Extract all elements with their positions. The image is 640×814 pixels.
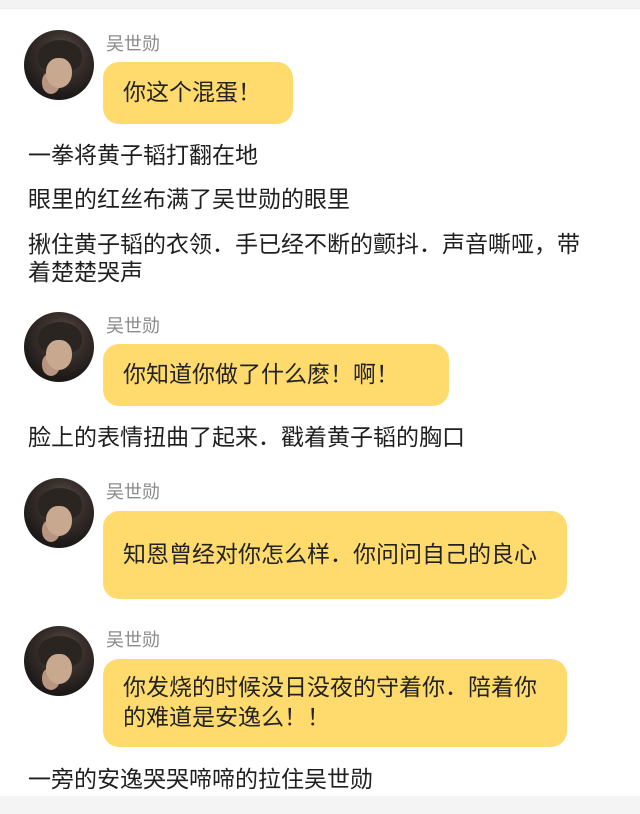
avatar[interactable]: [24, 478, 94, 548]
top-divider: [0, 0, 640, 9]
message-bubble[interactable]: 你发烧的时候没日没夜的守着你．陪着你的难道是安逸么！！: [103, 659, 567, 747]
narration-text: 脸上的表情扭曲了起来．戳着黄子韬的胸口: [28, 425, 465, 451]
narration-text: 一旁的安逸哭哭啼啼的拉住吴世勋: [28, 767, 373, 793]
message-bubble[interactable]: 你知道你做了什么麽！啊！: [103, 344, 449, 406]
bottom-bar: [0, 796, 640, 814]
message-bubble[interactable]: 知恩曾经对你怎么样．你问问自己的良心: [103, 511, 567, 599]
narration-text: 一拳将黄子韬打翻在地: [28, 143, 258, 169]
sender-name: 吴世勋: [106, 34, 160, 55]
avatar[interactable]: [24, 30, 94, 100]
message-bubble[interactable]: 你这个混蛋！: [103, 62, 293, 124]
narration-text: 揪住黄子韬的衣领．手已经不断的颤抖．声音嘶哑，带着楚楚哭声: [28, 232, 580, 286]
narration-text: 眼里的红丝布满了吴世勋的眼里: [28, 187, 350, 213]
sender-name: 吴世勋: [106, 316, 160, 337]
avatar[interactable]: [24, 626, 94, 696]
avatar[interactable]: [24, 312, 94, 382]
sender-name: 吴世勋: [106, 482, 160, 503]
sender-name: 吴世勋: [106, 630, 160, 651]
